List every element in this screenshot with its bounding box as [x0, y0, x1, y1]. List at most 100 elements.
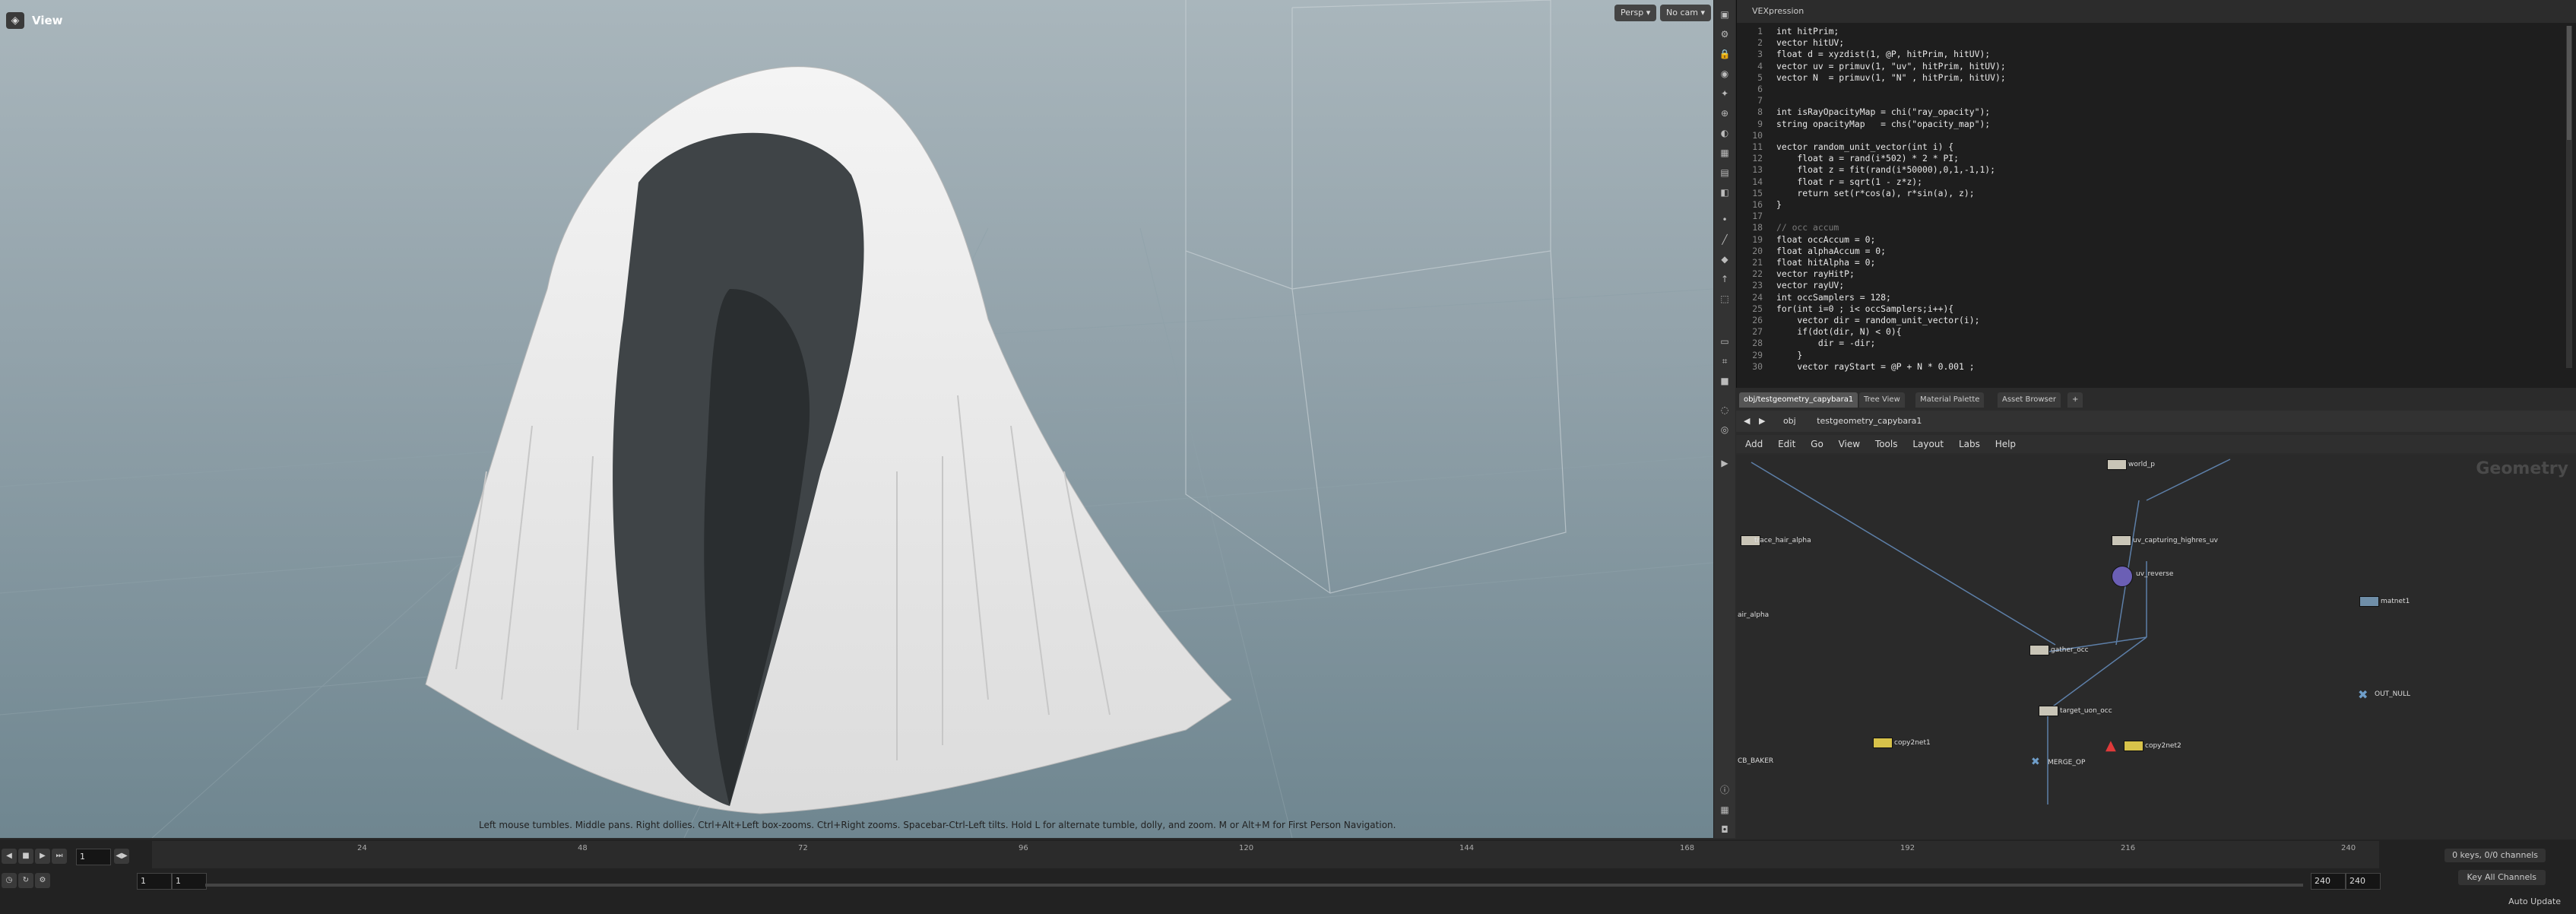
frame-range-slider[interactable] — [205, 884, 2303, 887]
node-uv-capture[interactable] — [2112, 535, 2131, 546]
timeline-ruler[interactable]: 24 48 72 96 120 144 168 192 216 240 — [152, 841, 2379, 868]
node-label: uv_capturing_highres_uv — [2133, 537, 2218, 544]
menu-help[interactable]: Help — [1995, 439, 2016, 449]
line-number: 17 — [1752, 211, 1763, 222]
face-icon[interactable]: ◆ — [1717, 252, 1732, 266]
shading-icon[interactable]: ◧ — [1717, 186, 1732, 199]
network-panel: obj/testgeometry_capybara1 Tree View Mat… — [1736, 389, 2576, 839]
back-icon[interactable]: ◀ — [1744, 416, 1750, 426]
info-icon[interactable]: ⓘ — [1717, 783, 1732, 797]
tick-label: 216 — [2121, 844, 2136, 852]
snap-icon[interactable]: ⊕ — [1717, 106, 1732, 120]
node-world-p[interactable] — [2107, 459, 2127, 470]
step-icon[interactable]: ◀▶ — [114, 849, 129, 864]
tab-tree-view[interactable]: Tree View — [1859, 392, 1905, 408]
flipbook-icon[interactable]: ▶ — [1717, 456, 1732, 470]
tab-material-palette[interactable]: Material Palette — [1915, 392, 1985, 408]
background-icon[interactable]: ▭ — [1717, 335, 1732, 348]
forward-icon[interactable]: ▶ — [1759, 416, 1765, 426]
normal-icon[interactable]: ↑ — [1717, 272, 1732, 286]
play-back-icon[interactable]: ◀ — [2, 849, 17, 864]
vex-scroll-thumb[interactable] — [2567, 26, 2571, 140]
menu-edit[interactable]: Edit — [1778, 439, 1795, 449]
point-icon[interactable]: • — [1717, 213, 1732, 227]
node-label: OUT_NULL — [2375, 690, 2411, 698]
loop-icon[interactable]: ↻ — [18, 873, 33, 888]
timeline: 24 48 72 96 120 144 168 192 216 240 ◀ ■ … — [0, 839, 2576, 914]
uv-icon[interactable]: ⬚ — [1717, 292, 1732, 306]
capybara-hair-mesh — [425, 66, 1232, 814]
vexpression-panel: VEXpression 1 int hitPrim; 2 vector hitUV; 3… — [1736, 0, 2576, 388]
vex-scrollbar[interactable] — [2566, 26, 2572, 368]
camera-icon[interactable]: ◐ — [1717, 126, 1732, 140]
vex-code-editor[interactable]: 1 int hitPrim; 2 vector hitUV; 3 float d = xy… — [1737, 26, 2550, 372]
settings-icon[interactable]: ⚙ — [35, 873, 50, 888]
merge-icon[interactable]: ✖ — [2031, 756, 2040, 768]
select-tool-icon[interactable]: ▣ — [1717, 8, 1732, 21]
tab-add[interactable]: + — [2067, 392, 2083, 408]
node-matnet1[interactable] — [2359, 596, 2379, 607]
menu-labs[interactable]: Labs — [1959, 439, 1980, 449]
network-canvas[interactable]: Geometry trace_hair_alpha world_p uv_cap… — [1736, 455, 2576, 839]
path-node[interactable]: testgeometry_capybara1 — [1817, 416, 1922, 426]
current-frame-field[interactable]: 1 — [76, 849, 111, 865]
node-copy2net2[interactable] — [2124, 741, 2143, 751]
menu-layout[interactable]: Layout — [1912, 439, 1944, 449]
end-frame-field[interactable]: 240 — [2311, 873, 2346, 890]
code-line: dir = -dir; — [1776, 338, 1876, 349]
line-number: 28 — [1752, 338, 1763, 349]
error-icon: ▲ — [2105, 738, 2116, 754]
light-icon[interactable]: ✦ — [1717, 87, 1732, 100]
menu-go[interactable]: Go — [1811, 439, 1823, 449]
node-label: gather_occ — [2051, 646, 2089, 654]
gear-icon[interactable]: ⚙ — [1717, 27, 1732, 41]
tick-label: 168 — [1680, 844, 1695, 852]
line-number: 14 — [1752, 176, 1763, 187]
path-root[interactable]: obj — [1783, 416, 1796, 426]
wire-icon[interactable]: ⌗ — [1717, 354, 1732, 368]
start-frame-field[interactable]: 1 — [137, 873, 172, 890]
ghost-icon[interactable]: ◌ — [1717, 403, 1732, 417]
eye-icon[interactable]: ◉ — [1717, 67, 1732, 81]
isolate-icon[interactable]: ◎ — [1717, 423, 1732, 436]
viewport-menu-icon[interactable]: ◈ — [6, 12, 24, 29]
node-gather-occ[interactable] — [2029, 645, 2049, 655]
edge-icon[interactable]: ╱ — [1717, 233, 1732, 246]
wireframe-box — [1185, 0, 1567, 594]
menu-view[interactable]: View — [1839, 439, 1860, 449]
end-frame-field-2[interactable]: 240 — [2346, 873, 2381, 890]
null-icon[interactable]: ✖ — [2358, 687, 2368, 702]
code-line: vector rayStart = @P + N * 0.001 ; — [1776, 360, 1975, 372]
node-uv-reverse[interactable] — [2112, 566, 2133, 587]
layout-icon[interactable]: ▦ — [1717, 803, 1732, 817]
node-target-uon-occ[interactable] — [2039, 706, 2058, 716]
code-line: float hitAlpha = 0; — [1776, 257, 1876, 268]
menu-tools[interactable]: Tools — [1875, 439, 1898, 449]
code-line: return set(r*cos(a), r*sin(a), z); — [1776, 187, 1975, 198]
grid-icon[interactable]: ▦ — [1717, 146, 1732, 160]
start-frame-field-2[interactable]: 1 — [172, 873, 207, 890]
lock-icon[interactable]: 🔒 — [1717, 47, 1732, 61]
tab-asset-browser[interactable]: Asset Browser — [1998, 392, 2061, 408]
play-icon[interactable]: ▶ — [35, 849, 50, 864]
line-number: 27 — [1752, 326, 1763, 338]
tick-label: 72 — [798, 844, 808, 852]
no-cam-button[interactable]: No cam ▾ — [1660, 5, 1711, 21]
snapshot-icon[interactable]: ◘ — [1717, 823, 1732, 836]
code-line: int hitPrim; — [1776, 26, 1839, 36]
display-icon[interactable]: ▤ — [1717, 166, 1732, 179]
tab-network[interactable]: obj/testgeometry_capybara1 — [1739, 392, 1858, 408]
line-number: 15 — [1752, 187, 1763, 198]
scene-viewport[interactable]: ◈ View Persp ▾ No cam ▾ Left mouse tumbl… — [0, 0, 1713, 838]
node-copy2net1[interactable] — [1873, 738, 1893, 748]
solid-icon[interactable]: ■ — [1717, 374, 1732, 388]
line-number: 10 — [1752, 129, 1763, 141]
key-all-channels-button[interactable]: Key All Channels — [2457, 870, 2546, 885]
auto-update-button[interactable]: Auto Update — [2508, 894, 2561, 909]
persp-camera-button[interactable]: Persp ▾ — [1614, 5, 1657, 21]
realtime-icon[interactable]: ◷ — [2, 873, 17, 888]
jump-end-icon[interactable]: ⏭ — [52, 849, 67, 864]
code-line: } — [1776, 199, 1782, 210]
stop-icon[interactable]: ■ — [18, 849, 33, 864]
menu-add[interactable]: Add — [1745, 439, 1763, 449]
